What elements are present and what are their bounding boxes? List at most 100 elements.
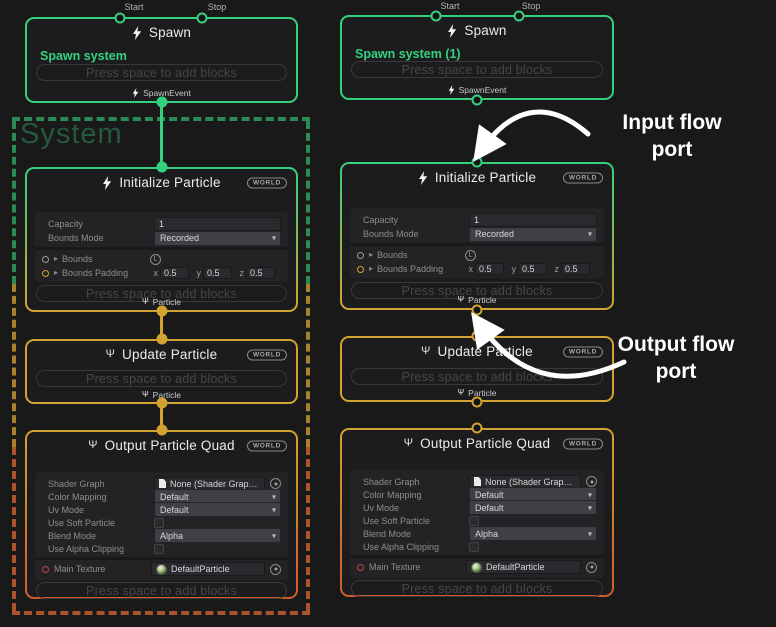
bounds-padding-x-input[interactable]: 0.5: [475, 263, 504, 275]
system-group-border-right: [306, 284, 310, 447]
system-group-border-left: [12, 121, 16, 284]
node-header[interactable]: Update Particle WORLD: [27, 341, 296, 368]
object-picker-icon[interactable]: [270, 564, 281, 575]
local-space-icon[interactable]: L: [150, 254, 161, 265]
use-alpha-clipping-checkbox[interactable]: [469, 542, 479, 552]
world-space-badge[interactable]: WORLD: [563, 438, 603, 449]
asset-file-icon: [474, 477, 481, 486]
spawn-output-flow-port[interactable]: [157, 97, 168, 108]
add-blocks-placeholder[interactable]: Press space to add blocks: [351, 368, 603, 385]
bounds-port[interactable]: [42, 256, 49, 263]
node-header[interactable]: Spawn: [27, 19, 296, 46]
bounds-mode-dropdown[interactable]: Recorded: [154, 231, 281, 246]
initialize-output-flow-port[interactable]: [157, 306, 168, 317]
bounds-padding-x-input[interactable]: 0.5: [160, 267, 189, 279]
system-name-label[interactable]: Spawn system (1): [342, 47, 612, 61]
expander-icon[interactable]: [369, 265, 373, 273]
flow-port-start[interactable]: [431, 11, 442, 22]
add-blocks-placeholder[interactable]: Press space to add blocks: [36, 370, 287, 387]
context-node-output-particle-quad[interactable]: Output Particle Quad WORLD Shader Graph …: [340, 428, 614, 597]
output-input-flow-port[interactable]: [157, 425, 168, 436]
world-space-badge[interactable]: WORLD: [247, 349, 287, 360]
node-title: Spawn: [149, 25, 191, 40]
particle-icon: [457, 389, 464, 397]
add-blocks-placeholder[interactable]: Press space to add blocks: [351, 61, 603, 78]
color-mapping-label: Color Mapping: [42, 492, 154, 502]
context-node-update-particle[interactable]: Update Particle WORLD Press space to add…: [25, 339, 298, 404]
update-output-flow-port[interactable]: [157, 398, 168, 409]
initialize-output-flow-port[interactable]: [472, 305, 483, 316]
use-alpha-clipping-checkbox[interactable]: [154, 544, 164, 554]
bounds-padding-z-input[interactable]: 0.5: [246, 267, 275, 279]
uv-mode-label: Uv Mode: [42, 505, 154, 515]
context-node-output-particle-quad[interactable]: Output Particle Quad WORLD Shader Graph …: [25, 430, 298, 599]
local-space-icon[interactable]: L: [465, 250, 476, 261]
bounds-padding-port[interactable]: [357, 266, 364, 273]
node-title: Output Particle Quad: [420, 436, 550, 451]
particle-icon: [404, 438, 413, 449]
bounds-mode-row: Bounds Mode Recorded: [350, 227, 604, 241]
vfx-graph-canvas[interactable]: System Start Stop Spawn Spawn system Pre…: [0, 0, 776, 627]
uv-mode-dropdown[interactable]: Default: [469, 500, 597, 515]
start-port-label: Start: [440, 1, 459, 11]
object-picker-icon[interactable]: [586, 562, 597, 573]
add-blocks-placeholder[interactable]: Press space to add blocks: [351, 580, 603, 597]
node-header[interactable]: Initialize Particle WORLD: [342, 164, 612, 191]
capacity-label: Capacity: [357, 215, 469, 225]
blend-mode-dropdown[interactable]: Alpha: [469, 526, 597, 541]
blend-mode-label: Blend Mode: [42, 531, 154, 541]
system-group-border-right: [306, 121, 310, 284]
node-header[interactable]: Spawn: [342, 17, 612, 44]
output-input-flow-port[interactable]: [472, 423, 483, 434]
expander-icon[interactable]: [54, 255, 58, 263]
bounds-padding-port[interactable]: [42, 270, 49, 277]
uv-mode-dropdown[interactable]: Default: [154, 502, 281, 517]
node-header[interactable]: Output Particle Quad WORLD: [27, 432, 296, 459]
system-group-border-left: [12, 284, 16, 447]
node-header[interactable]: Output Particle Quad WORLD: [342, 430, 612, 457]
bounds-padding-z-input[interactable]: 0.5: [561, 263, 590, 275]
add-blocks-placeholder[interactable]: Press space to add blocks: [36, 64, 287, 81]
world-space-badge[interactable]: WORLD: [563, 172, 603, 183]
context-node-spawn[interactable]: Spawn Spawn system (1) Press space to ad…: [340, 15, 614, 100]
flow-port-start[interactable]: [115, 13, 126, 24]
main-texture-port[interactable]: [42, 566, 49, 573]
bounds-mode-dropdown[interactable]: Recorded: [469, 227, 597, 242]
expander-icon[interactable]: [369, 251, 373, 259]
bounds-padding-y-input[interactable]: 0.5: [203, 267, 232, 279]
main-texture-object-field[interactable]: DefaultParticle: [151, 562, 265, 576]
initialize-input-flow-port[interactable]: [157, 162, 168, 173]
expander-icon[interactable]: [54, 269, 58, 277]
use-soft-particle-checkbox[interactable]: [154, 518, 164, 528]
bounds-port[interactable]: [357, 252, 364, 259]
system-group-label[interactable]: System: [20, 118, 123, 151]
system-group-border-right: [306, 447, 310, 611]
update-output-flow-port[interactable]: [472, 397, 483, 408]
capacity-input[interactable]: 1: [469, 213, 597, 227]
bounds-padding-y-input[interactable]: 0.5: [518, 263, 547, 275]
flow-port-stop[interactable]: [197, 13, 208, 24]
object-picker-icon[interactable]: [586, 476, 597, 487]
add-blocks-placeholder[interactable]: Press space to add blocks: [36, 582, 287, 599]
context-node-initialize-particle[interactable]: Initialize Particle WORLD Capacity 1 Bou…: [25, 167, 298, 312]
context-node-spawn[interactable]: Spawn Spawn system Press space to add bl…: [25, 17, 298, 103]
system-name-label[interactable]: Spawn system: [27, 49, 296, 63]
context-node-initialize-particle[interactable]: Initialize Particle WORLD Capacity 1 Bou…: [340, 162, 614, 310]
use-soft-particle-checkbox[interactable]: [469, 516, 479, 526]
flow-edge-spawn-to-initialize[interactable]: [160, 102, 163, 168]
capacity-input[interactable]: 1: [154, 217, 281, 231]
main-texture-object-field[interactable]: DefaultParticle: [466, 560, 581, 574]
world-space-badge[interactable]: WORLD: [247, 440, 287, 451]
flow-port-stop[interactable]: [514, 11, 525, 22]
object-picker-icon[interactable]: [270, 478, 281, 489]
world-space-badge[interactable]: WORLD: [247, 177, 287, 188]
blend-mode-dropdown[interactable]: Alpha: [154, 528, 281, 543]
initialize-input-flow-port[interactable]: [472, 157, 483, 168]
context-node-update-particle[interactable]: Update Particle WORLD Press space to add…: [340, 336, 614, 402]
main-texture-port[interactable]: [357, 564, 364, 571]
node-header[interactable]: Initialize Particle WORLD: [27, 169, 296, 196]
node-header[interactable]: Update Particle WORLD: [342, 338, 612, 365]
spawn-output-flow-port[interactable]: [472, 95, 483, 106]
update-input-flow-port[interactable]: [472, 331, 483, 342]
update-input-flow-port[interactable]: [157, 334, 168, 345]
